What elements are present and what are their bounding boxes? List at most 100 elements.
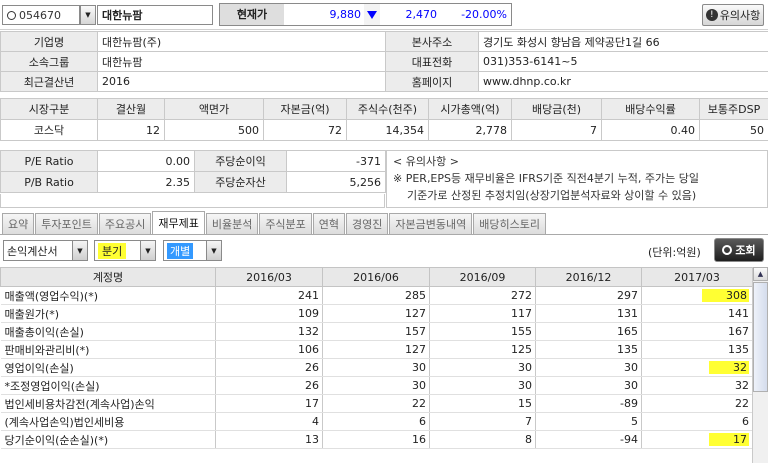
tab-6[interactable]: 연혁: [312, 213, 346, 234]
market-value: 코스닥: [0, 119, 98, 141]
fin-cell-text: 127: [405, 307, 426, 320]
ratio-label: P/B Ratio: [0, 171, 98, 193]
fin-cell-text: 7: [525, 415, 532, 428]
fin-cell-text: 8: [525, 433, 532, 446]
fin-cell-text: 매출총이익(손실): [4, 325, 84, 339]
company-value: www.dhnp.co.kr: [478, 71, 768, 92]
stock-search-dropdown-button[interactable]: ▼: [80, 5, 96, 25]
company-info-table: 기업명 대한뉴팜(주) 본사주소 경기도 화성시 향남읍 제약공단1길 66 소속그룹 대…: [0, 31, 768, 92]
tab-bar-line: [0, 234, 768, 235]
market-value: 72: [263, 119, 347, 141]
fin-value: 26: [215, 358, 323, 377]
ratio-value: 2.35: [97, 171, 195, 193]
tab-9[interactable]: 배당히스토리: [473, 213, 546, 234]
notice-title: < 유의사항 >: [393, 155, 459, 168]
fin-value: 5: [535, 412, 642, 431]
ratio-table: P/E Ratio 0.00 주당순이익 -371 P/B Ratio 2.35 주당순자산…: [0, 150, 386, 193]
price-change: 2,470: [380, 4, 440, 25]
market-header: 시장구분: [0, 98, 98, 120]
fin-cell-text: 109: [298, 307, 319, 320]
fin-cell-text: 26: [305, 361, 319, 374]
tab-4[interactable]: 비율분석: [205, 213, 259, 234]
fin-value: -94: [535, 430, 642, 449]
fin-header: 2016/03: [215, 267, 323, 287]
tab-3[interactable]: 재무제표: [152, 211, 205, 234]
fin-cell-text: 매출액(영업수익)(*): [4, 289, 99, 303]
fin-row: (계속사업손익)법인세비용 4 6 7 5 6: [0, 412, 753, 431]
fin-value: 4: [215, 412, 323, 431]
fin-row: 법인세비용차감전(계속사업)손익 17 22 15 -89 22: [0, 394, 753, 413]
fin-cell-text: 117: [511, 307, 532, 320]
stock-code-input[interactable]: 054670: [2, 5, 80, 25]
price-label: 현재가: [220, 4, 284, 25]
fin-cell-text: -94: [620, 433, 638, 446]
fin-value: 6: [641, 412, 753, 431]
tab-2[interactable]: 주요공시: [98, 213, 152, 234]
vertical-scrollbar[interactable]: ▲: [752, 267, 768, 463]
company-value: 대한뉴팜(주): [97, 31, 386, 52]
fin-value: 30: [322, 376, 430, 395]
fin-cell-text: 106: [298, 343, 319, 356]
fin-value: 30: [535, 358, 642, 377]
stock-name-field: 대한뉴팜: [97, 5, 213, 25]
market-value: 50: [699, 119, 768, 141]
scroll-up-button[interactable]: ▲: [753, 267, 768, 281]
fin-row: 영업이익(손실) 26 30 30 30 32: [0, 358, 753, 377]
fin-account-name: 법인세비용차감전(계속사업)손익: [0, 394, 216, 413]
scope-select[interactable]: 개별 ▼: [163, 240, 222, 261]
fin-value: 13: [215, 430, 323, 449]
search-button[interactable]: 조회: [714, 238, 764, 262]
fin-value: 22: [322, 394, 430, 413]
fin-cell-text: 15: [518, 397, 532, 410]
search-icon: [722, 245, 733, 255]
fin-cell-text: 판매비와관리비(*): [4, 343, 90, 357]
company-value: 2016: [97, 71, 386, 92]
fin-cell-text: *조정영업이익(손실): [4, 379, 100, 393]
fin-cell-text: 127: [405, 343, 426, 356]
ratio-value: 0.00: [97, 150, 195, 172]
tab-7[interactable]: 경영진: [346, 213, 389, 234]
ratio-spacer: [0, 194, 385, 208]
fin-cell-text: (계속사업손익)법인세비용: [4, 415, 125, 429]
market-header-row: 시장구분 결산월 액면가 자본금(억) 주식수(천주) 시가총액(억) 배당금(천) 배당수익…: [0, 98, 768, 120]
statement-select[interactable]: 손익계산서 ▼: [3, 240, 88, 261]
fin-cell-text: 16: [412, 433, 426, 446]
market-header: 결산월: [97, 98, 165, 120]
notice-button[interactable]: ! 유의사항: [702, 4, 764, 26]
notice-line-2: 기준가로 산정된 추정치임(상장기업분석자료와 상이할 수 있음): [407, 189, 697, 202]
fin-row: 판매비와관리비(*) 106 127 125 135 135: [0, 340, 753, 359]
fin-cell-text: 241: [298, 289, 319, 302]
fin-cell-text: 30: [518, 379, 532, 392]
scroll-thumb[interactable]: [753, 282, 768, 392]
fin-row: 매출원가(*) 109 127 117 131 141: [0, 304, 753, 323]
period-select[interactable]: 분기 ▼: [94, 240, 156, 261]
fin-value: 32: [641, 376, 753, 395]
market-header: 배당수익률: [601, 98, 700, 120]
fin-row: 당기순이익(순손실)(*) 13 16 8 -94 17: [0, 430, 753, 449]
fin-cell-text: 131: [617, 307, 638, 320]
financial-table: 계정명 2016/03 2016/06 2016/09 2016/12 2017/03 매…: [0, 267, 753, 449]
ratio-label: 주당순이익: [194, 150, 287, 172]
market-header: 주식수(천주): [346, 98, 429, 120]
fin-cell-text: 135: [617, 343, 638, 356]
tab-1[interactable]: 투자포인트: [35, 213, 98, 234]
fin-value: 22: [641, 394, 753, 413]
fin-value: 109: [215, 304, 323, 323]
fin-cell-text: 17: [709, 433, 749, 446]
fin-header: 계정명: [0, 267, 216, 287]
fin-cell-text: 매출원가(*): [4, 307, 60, 321]
fin-value: 131: [535, 304, 642, 323]
fin-value: 165: [535, 322, 642, 341]
fin-header: 2017/03: [641, 267, 753, 287]
fin-cell-text: 297: [617, 289, 638, 302]
ratio-row: P/B Ratio 2.35 주당순자산 5,256: [0, 171, 386, 193]
market-header: 시가총액(억): [428, 98, 512, 120]
price-change-pct: -20.00%: [440, 4, 511, 25]
market-header: 자본금(억): [263, 98, 347, 120]
tab-5[interactable]: 주식분포: [259, 213, 312, 234]
fin-cell-text: 5: [631, 415, 638, 428]
fin-value: 16: [322, 430, 430, 449]
tab-0[interactable]: 요약: [2, 213, 35, 234]
company-row: 기업명 대한뉴팜(주) 본사주소 경기도 화성시 향남읍 제약공단1길 66: [0, 31, 768, 52]
tab-8[interactable]: 자본금변동내역: [389, 213, 473, 234]
